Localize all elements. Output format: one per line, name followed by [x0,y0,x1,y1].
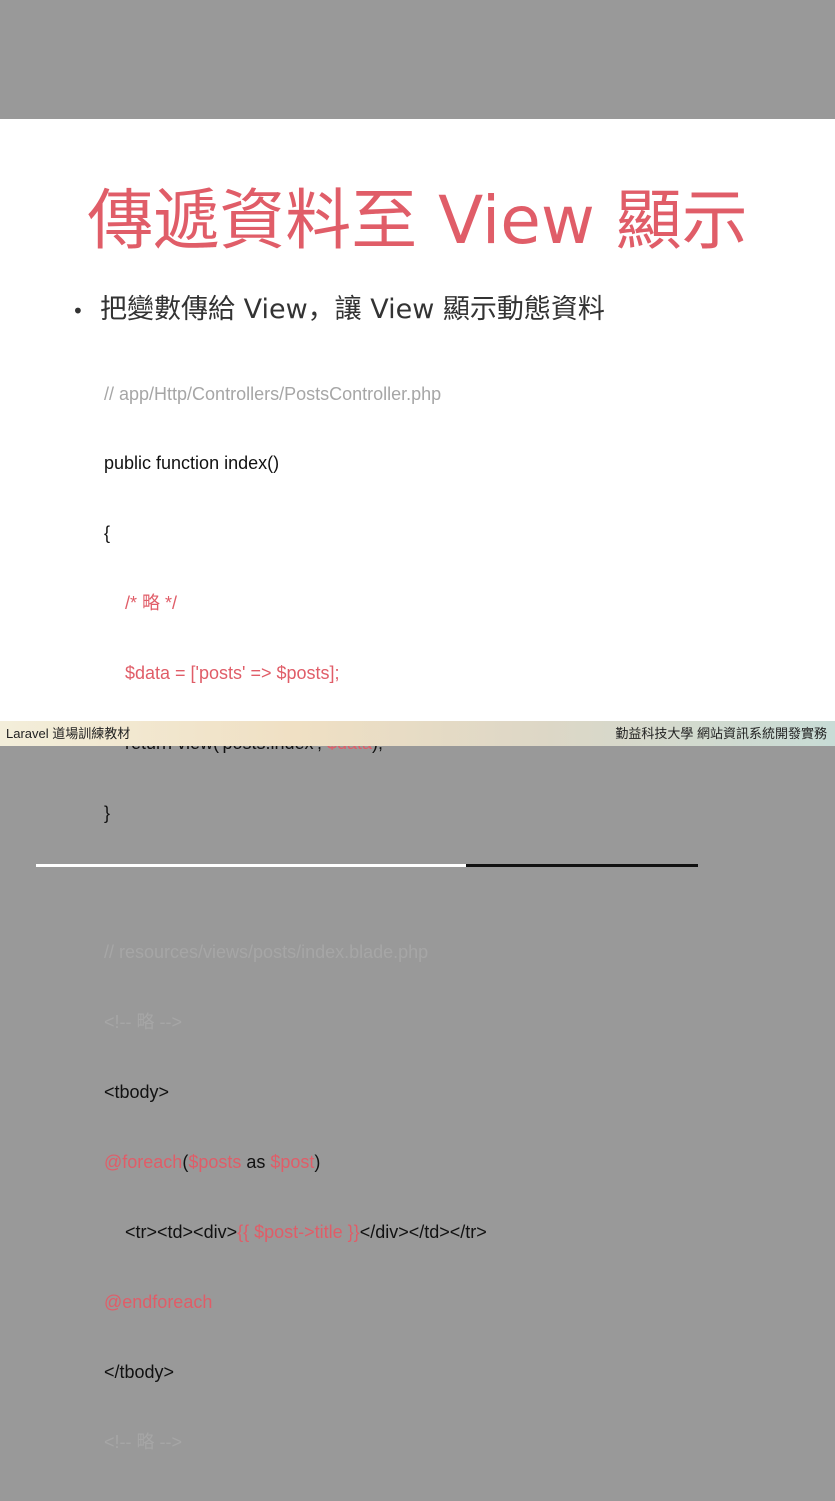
slide: 傳遞資料至 View 顯示 • 把變數傳給 View，讓 View 顯示動態資料 … [0,119,835,1452]
code-line-open-brace: { [104,523,111,544]
code-line-foreach: @foreach($posts as $post) [104,1151,487,1174]
code-comment-view: // resources/views/posts/index.blade.php [104,942,429,963]
code-line-omit-close: <!-- 略 --> [104,1431,183,1452]
code-line-endforeach: @endforeach [104,1291,213,1312]
code-foreach-var-posts: $posts [188,1152,242,1173]
bullet-dot-icon: • [72,298,84,323]
bullet-text: 把變數傳給 View，讓 View 顯示動態資料 [100,294,605,325]
code-line-row: <tr><td><div>{{ $post->title }}</div></t… [104,1221,487,1244]
code-line-tbody-open: <tbody> [104,1082,170,1103]
code-row-suffix: </div></td></tr> [359,1221,487,1242]
code-foreach-paren-close: ) [314,1152,321,1173]
slide-title: 傳遞資料至 View 顯示 [87,182,748,259]
code-row-prefix: <tr><td><div> [125,1221,238,1242]
code-row-echo: {{ $post->title }} [237,1221,360,1242]
code-foreach-keyword: @foreach [104,1152,183,1173]
code-line-close-brace: } [104,802,111,823]
code-line-data: $data = ['posts' => $posts]; [125,663,340,684]
code-line-tbody-close: </tbody> [104,1361,175,1382]
code-block: // app/Http/Controllers/PostsController.… [104,336,487,1501]
code-line-omit-open: <!-- 略 --> [104,1012,183,1033]
code-line-signature: public function index() [104,453,280,474]
slide-footer: Laravel 道場訓練教材 勤益科技大學 網站資訊系統開發實務 [0,721,835,746]
bullet-item: • 把變數傳給 View，讓 View 顯示動態資料 [72,293,605,328]
code-comment-controller: // app/Http/Controllers/PostsController.… [104,383,442,404]
code-spacer [104,872,487,895]
footer-left-text: Laravel 道場訓練教材 [6,726,131,741]
code-foreach-var-post: $post [270,1152,315,1173]
code-line-omit-comment: /* 略 */ [125,593,178,614]
footer-right-text: 勤益科技大學 網站資訊系統開發實務 [615,726,827,741]
code-foreach-as: as [241,1152,271,1173]
